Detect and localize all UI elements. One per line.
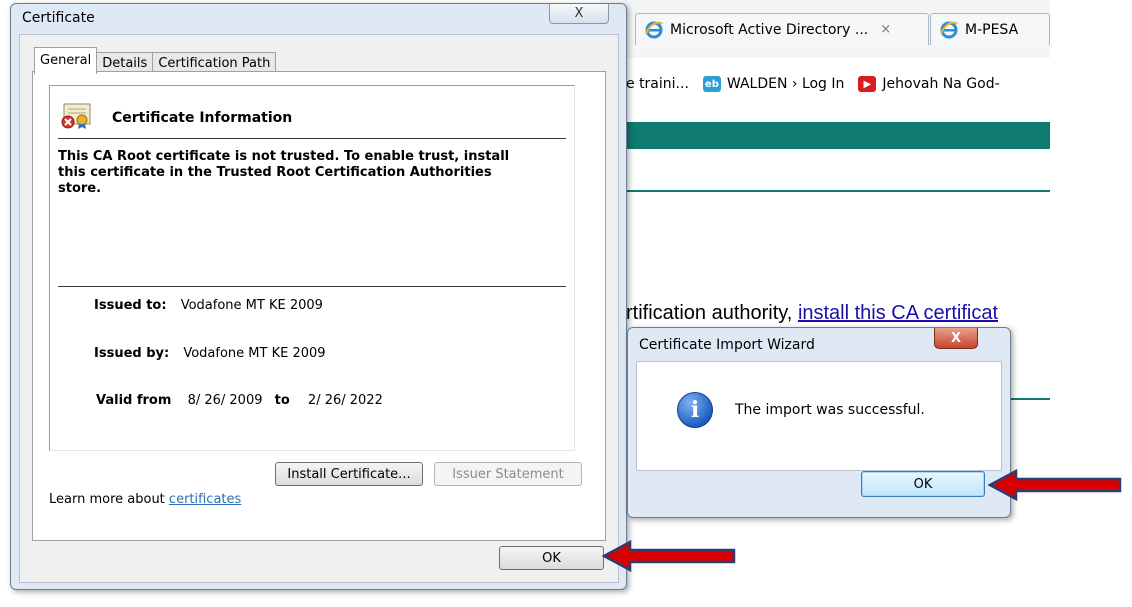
valid-from-label: Valid from xyxy=(96,393,172,408)
bookmark-jehovah[interactable]: ▶ Jehovah Na God- xyxy=(858,76,1000,92)
certificate-error-icon xyxy=(60,102,94,130)
certificates-link[interactable]: certificates xyxy=(169,492,241,507)
ie-icon xyxy=(939,20,959,40)
wizard-ok-button[interactable]: OK xyxy=(861,471,985,497)
valid-to-value: 2/ 26/ 2022 xyxy=(307,393,383,408)
bookmark-label: WALDEN › Log In xyxy=(726,76,845,92)
bookmarks-bar: e traini... eb WALDEN › Log In ▶ Jehovah… xyxy=(600,69,1050,99)
wizard-close-button[interactable]: X xyxy=(934,328,978,349)
issued-by-label: Issued by: xyxy=(94,346,170,361)
ok-button[interactable]: OK xyxy=(499,546,604,570)
learn-more-text: Learn more about certificates xyxy=(49,492,241,507)
general-tab-panel: Certificate Information This CA Root cer… xyxy=(32,71,606,541)
divider xyxy=(58,286,566,287)
page-divider xyxy=(626,190,1050,192)
tab-close-icon[interactable]: × xyxy=(880,22,891,37)
valid-row: Valid from 8/ 26/ 2009 to 2/ 26/ 2022 xyxy=(96,393,383,408)
install-certificate-button[interactable]: Install Certificate... xyxy=(275,462,423,486)
bookmark-label: Jehovah Na God- xyxy=(882,76,1000,92)
browser-tab-strip: Microsoft Active Directory ... × M-PESA xyxy=(600,0,1050,58)
info-glyph: i xyxy=(690,397,700,423)
bookmark-walden[interactable]: eb WALDEN › Log In xyxy=(702,76,845,92)
dialog-title: Certificate xyxy=(22,10,95,26)
close-icon: X xyxy=(574,6,584,21)
issued-to-row: Issued to: Vodafone MT KE 2009 xyxy=(94,298,323,313)
certificate-import-wizard: Certificate Import Wizard X i The import… xyxy=(627,327,1011,518)
issued-to-value: Vodafone MT KE 2009 xyxy=(180,298,323,313)
tab-bar: General Details Certification Path xyxy=(34,47,277,74)
valid-to-label: to xyxy=(274,393,290,408)
browser-tab-label: Microsoft Active Directory ... xyxy=(670,21,869,38)
wizard-title: Certificate Import Wizard xyxy=(639,337,815,353)
issued-to-label: Issued to: xyxy=(94,298,167,313)
close-icon: X xyxy=(950,330,962,346)
bookmark-training[interactable]: e traini... xyxy=(626,76,689,92)
youtube-icon: ▶ xyxy=(858,76,877,92)
page-body-text: rtification authority, install this CA c… xyxy=(626,302,1050,325)
dialog-content: General Details Certification Path Certi… xyxy=(19,34,619,583)
browser-tab-active-directory[interactable]: Microsoft Active Directory ... × xyxy=(635,13,929,45)
information-icon: i xyxy=(677,392,713,428)
wizard-body: i The import was successful. xyxy=(636,361,1002,471)
walden-icon: eb xyxy=(702,76,721,92)
issued-by-row: Issued by: Vodafone MT KE 2009 xyxy=(94,346,326,361)
page-divider-2 xyxy=(1010,398,1050,400)
learn-more-label: Learn more about xyxy=(49,492,169,507)
tab-general[interactable]: General xyxy=(34,47,98,74)
browser-tab-label: M-PESA xyxy=(965,21,1019,38)
valid-from-value: 8/ 26/ 2009 xyxy=(187,393,263,408)
certificate-dialog: Certificate X General Details Certificat… xyxy=(10,3,627,590)
bookmark-label: e traini... xyxy=(626,76,689,92)
red-arrow-icon xyxy=(988,468,1122,502)
page-header-bar xyxy=(626,122,1050,149)
browser-tab-mpesa[interactable]: M-PESA xyxy=(930,13,1050,45)
close-button[interactable]: X xyxy=(549,4,609,24)
divider xyxy=(58,138,566,139)
certificate-info-box: Certificate Information This CA Root cer… xyxy=(49,85,575,451)
ie-icon xyxy=(644,20,664,40)
issuer-statement-button[interactable]: Issuer Statement xyxy=(434,462,582,486)
red-arrow-icon xyxy=(602,539,736,573)
info-title: Certificate Information xyxy=(112,110,293,126)
page-text: rtification authority, xyxy=(626,302,798,324)
issued-by-value: Vodafone MT KE 2009 xyxy=(183,346,326,361)
import-success-message: The import was successful. xyxy=(735,402,925,418)
install-ca-link[interactable]: install this CA certificat xyxy=(798,302,998,324)
trust-warning-text: This CA Root certificate is not trusted.… xyxy=(58,149,510,196)
